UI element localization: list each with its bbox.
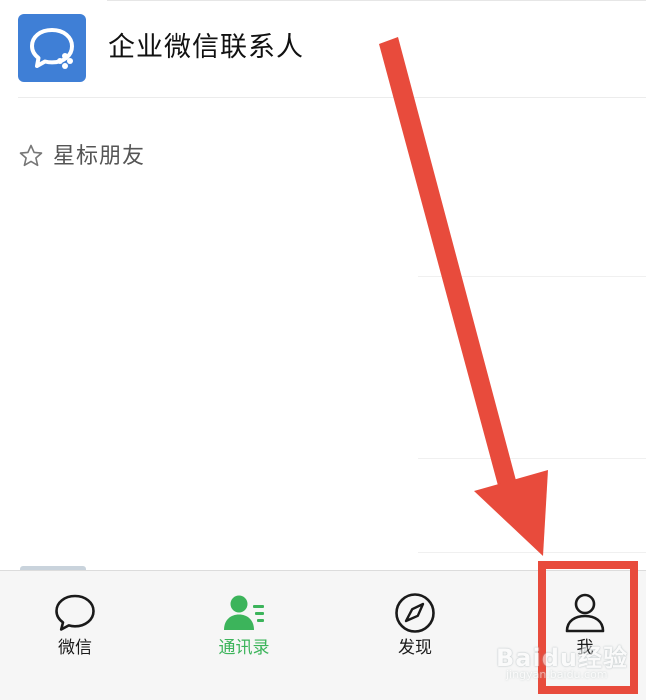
compass-icon [395,593,435,633]
enterprise-contacts-row[interactable]: 企业微信联系人 [0,0,646,97]
star-icon [19,144,43,167]
row-divider [18,97,646,98]
enterprise-contacts-label: 企业微信联系人 [108,32,304,63]
tab-discover[interactable]: 发现 [355,571,475,700]
tab-discover-label: 发现 [398,638,432,658]
baidu-jingyan-watermark: Baidu经验 jingyan.baidu.com [496,638,646,698]
tab-contacts-label: 通讯录 [218,638,270,658]
tab-chats-label: 微信 [58,638,92,658]
list-divider [418,276,646,277]
contacts-icon [224,595,264,630]
list-divider [418,458,646,459]
chat-bubble-icon [55,594,95,631]
list-divider [418,552,646,553]
tab-chats[interactable]: 微信 [15,571,135,700]
contacts-screen: 企业微信联系人 星标朋友 微信 通讯录 发现 我 Baidu经验 jingyan… [0,0,646,700]
watermark-url: jingyan.baidu.com [506,668,608,681]
enterprise-wechat-icon [18,14,86,82]
starred-friends-section: 星标朋友 [18,140,318,174]
tab-contacts[interactable]: 通讯录 [184,571,304,700]
starred-friends-label: 星标朋友 [53,144,146,169]
